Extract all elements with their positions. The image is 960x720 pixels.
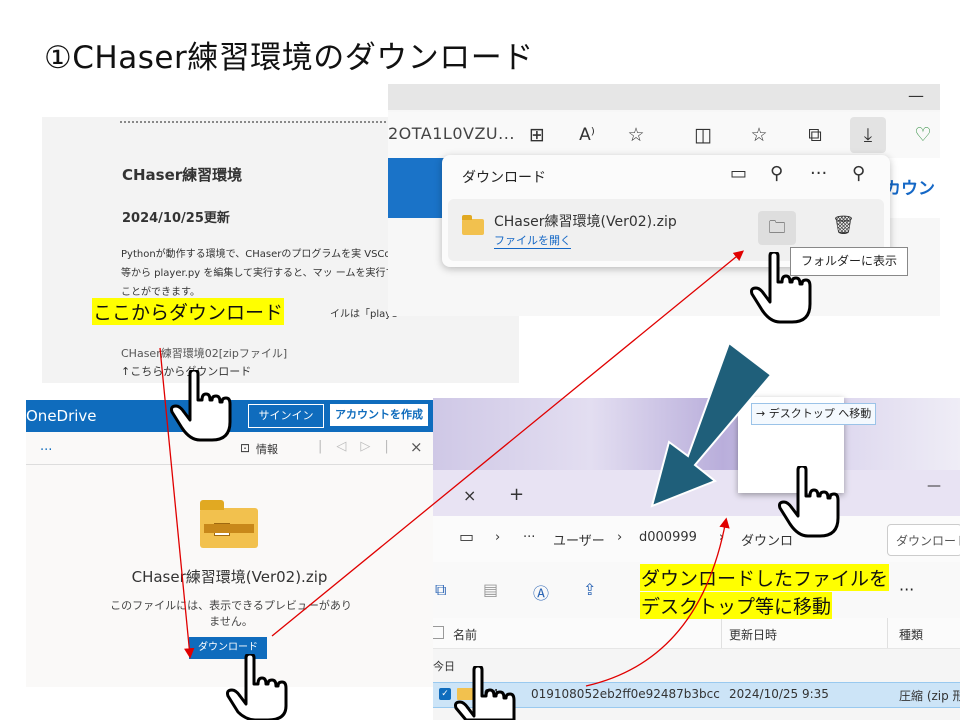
- annotation-overlay: [159, 250, 773, 687]
- hand-cursor-icon: [226, 654, 288, 720]
- hand-cursor-icon: [454, 666, 516, 720]
- hand-cursor-icon: [750, 252, 812, 324]
- hand-cursor-icon: [778, 466, 840, 538]
- big-arrow: [650, 341, 773, 508]
- guide-line-3: [585, 517, 730, 687]
- hand-cursor-icon: [170, 370, 232, 442]
